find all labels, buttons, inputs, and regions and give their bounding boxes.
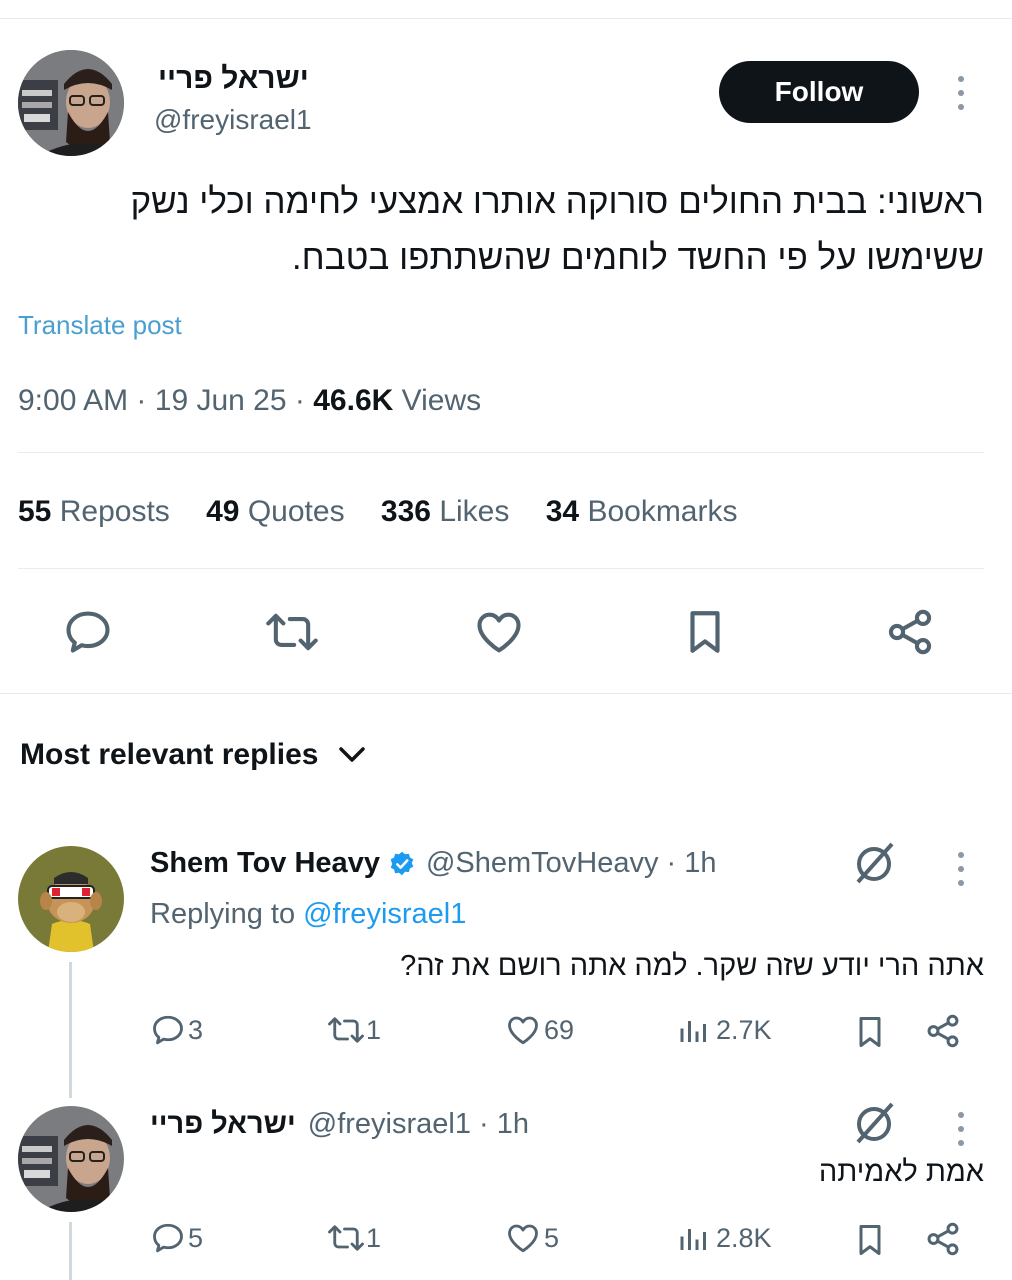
views-icon <box>680 1021 706 1042</box>
author-name[interactable]: ישראל פריי <box>158 62 328 96</box>
bookmark-icon <box>859 1225 881 1255</box>
replies-sort-dropdown[interactable]: Most relevant replies <box>20 738 366 772</box>
stat-bookmarks[interactable]: 34 Bookmarks <box>546 495 738 528</box>
repost-icon <box>328 1225 364 1251</box>
author-avatar[interactable] <box>18 50 124 156</box>
share-icon <box>927 1222 959 1256</box>
reply-bookmark-action[interactable] <box>852 1012 888 1052</box>
reply-text: אתה הרי יודע שזה שקר. למה אתה רושם את זה… <box>400 950 984 982</box>
post-text-line-1: ראשוני: בבית החולים סורוקה אותרו אמצעי ל… <box>130 182 984 221</box>
reply-repost-action[interactable]: 1 <box>326 1012 381 1048</box>
reply-time[interactable]: · 1h <box>666 847 716 880</box>
translate-post-link[interactable]: Translate post <box>18 310 182 341</box>
share-icon[interactable] <box>884 606 936 658</box>
grok-icon[interactable] <box>850 840 898 888</box>
post-text-line-2: ששימשו על פי החשד לוחמים שהשתתפו בטבח. <box>291 238 984 277</box>
more-options-icon[interactable] <box>958 76 966 118</box>
repost-icon[interactable] <box>264 606 320 658</box>
meta-separator: · <box>294 384 305 417</box>
reply-author-name[interactable]: Shem Tov Heavy <box>150 847 380 880</box>
post-date[interactable]: 19 Jun 25 <box>155 384 287 417</box>
stats-row: 55 Reposts 49 Quotes 336 Likes 34 Bookma… <box>18 495 737 529</box>
bookmark-icon <box>859 1017 881 1047</box>
like-count: 5 <box>544 1222 560 1253</box>
reply-share-action[interactable] <box>924 1220 962 1258</box>
reply-avatar[interactable] <box>18 1106 124 1212</box>
reply-author-handle[interactable]: @freyisrael1 <box>308 1108 471 1141</box>
reply-text: אמת לאמיתה <box>818 1156 984 1188</box>
like-icon <box>508 1016 538 1045</box>
like-icon[interactable] <box>472 606 526 658</box>
reply-share-action[interactable] <box>924 1012 962 1050</box>
repost-count: 1 <box>366 1222 382 1253</box>
stats-divider <box>18 568 984 569</box>
reply-reply-action[interactable]: 5 <box>150 1220 203 1256</box>
reply-like-action[interactable]: 69 <box>504 1012 574 1048</box>
reply-author-handle[interactable]: @ShemTovHeavy <box>426 847 659 880</box>
views-label: Views <box>401 384 482 417</box>
replies-sort-label: Most relevant replies <box>20 738 319 771</box>
reply-avatar[interactable] <box>18 846 124 952</box>
reply-header: ישראל פריי @freyisrael1 · 1h <box>150 1108 529 1141</box>
reply-repost-action[interactable]: 1 <box>326 1220 381 1256</box>
chevron-down-icon <box>339 747 366 762</box>
like-count: 69 <box>544 1014 575 1045</box>
reply-count: 5 <box>188 1222 204 1253</box>
reply-icon[interactable] <box>62 606 114 658</box>
reply-like-action[interactable]: 5 <box>504 1220 559 1256</box>
reply-more-options-icon[interactable] <box>958 1112 966 1154</box>
reply-views-action[interactable]: 2.7K <box>676 1012 772 1048</box>
reply-time[interactable]: · 1h <box>479 1108 529 1141</box>
reply-reply-action[interactable]: 3 <box>150 1012 203 1048</box>
reply-bookmark-action[interactable] <box>852 1220 888 1260</box>
reply-header: Shem Tov Heavy @ShemTovHeavy · 1h <box>150 847 716 880</box>
reply-icon <box>153 1223 183 1253</box>
repost-icon <box>328 1017 364 1043</box>
meta-separator: · <box>136 384 147 417</box>
repost-count: 1 <box>366 1014 382 1045</box>
stat-likes[interactable]: 336 Likes <box>381 495 509 528</box>
actions-divider <box>0 693 1012 694</box>
thread-line <box>69 1222 72 1280</box>
replying-to-prefix: Replying to <box>150 898 296 930</box>
like-icon <box>508 1224 538 1253</box>
grok-icon[interactable] <box>850 1100 898 1148</box>
reply-icon <box>153 1015 183 1045</box>
post-time[interactable]: 9:00 AM <box>18 384 128 417</box>
verified-badge-icon <box>390 851 414 875</box>
meta-divider <box>18 452 984 453</box>
views-icon <box>680 1229 706 1250</box>
views-count: 2.8K <box>716 1222 772 1253</box>
views-count: 46.6K <box>313 384 394 417</box>
share-icon <box>927 1014 959 1048</box>
replying-to-handle[interactable]: @freyisrael1 <box>303 898 466 930</box>
follow-button[interactable]: Follow <box>719 61 919 123</box>
reply-count: 3 <box>188 1014 204 1045</box>
thread-line <box>69 962 72 1098</box>
top-divider <box>0 18 1012 19</box>
stat-quotes[interactable]: 49 Quotes <box>206 495 344 528</box>
author-handle[interactable]: @freyisrael1 <box>154 104 312 136</box>
reply-more-options-icon[interactable] <box>958 852 966 894</box>
replying-to: Replying to @freyisrael1 <box>150 898 466 931</box>
bookmark-icon[interactable] <box>680 606 730 658</box>
post-meta: 9:00 AM · 19 Jun 25 · 46.6K Views <box>18 384 481 418</box>
stat-reposts[interactable]: 55 Reposts <box>18 495 170 528</box>
reply-author-name[interactable]: ישראל פריי <box>150 1108 296 1141</box>
views-count: 2.7K <box>716 1014 772 1045</box>
reply-views-action[interactable]: 2.8K <box>676 1220 772 1256</box>
